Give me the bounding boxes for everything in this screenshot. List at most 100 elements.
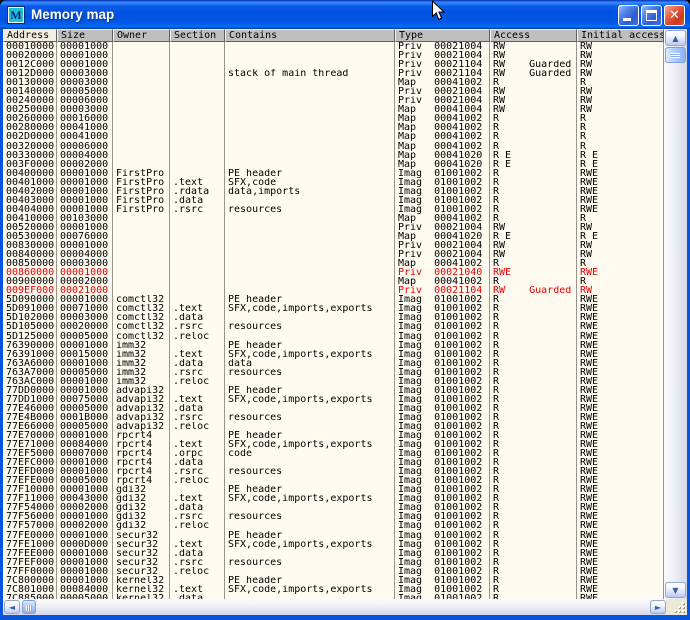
table-row[interactable]: 5D10500000020000comctl32.rsrcresourcesIm… bbox=[3, 322, 664, 331]
table-row[interactable]: 7C80000000001000kernel32PE headerImag 01… bbox=[3, 576, 664, 585]
table-row[interactable]: 77F5400000002000gdi32.dataImag 01001002R… bbox=[3, 503, 664, 512]
table-row[interactable]: 0040200000001000FirstPro.rdatadata,impor… bbox=[3, 187, 664, 196]
table-row[interactable]: 0001000000001000Priv 00021004RWRW bbox=[3, 42, 664, 51]
table-row[interactable]: 0033000000004000Map 00041020R ER E bbox=[3, 151, 664, 160]
table-row[interactable]: 5D09000000001000comctl32PE headerImag 01… bbox=[3, 295, 664, 304]
scroll-down-icon[interactable] bbox=[665, 582, 686, 598]
table-row[interactable]: 77FE000000001000secur32PE headerImag 010… bbox=[3, 531, 664, 540]
column-header-access[interactable]: Access bbox=[490, 29, 577, 42]
table-row[interactable]: 0024000000006000Priv 00021004RWRW bbox=[3, 96, 664, 105]
table-row[interactable]: 763AC00000001000imm32.relocImag 01001002… bbox=[3, 377, 664, 386]
table-row[interactable]: 0086000000001000Priv 00021040RWERWE bbox=[3, 268, 664, 277]
table-row[interactable]: 77DD100000075000advapi32.textSFX,code,im… bbox=[3, 395, 664, 404]
column-header-contains[interactable]: Contains bbox=[225, 29, 395, 42]
column-header-section[interactable]: Section bbox=[170, 29, 225, 42]
cell-initial_access: RWE bbox=[577, 332, 664, 341]
table-row[interactable]: 77E6600000005000advapi32.relocImag 01001… bbox=[3, 422, 664, 431]
table-row[interactable]: 77E7000000001000rpcrt4PE headerImag 0100… bbox=[3, 431, 664, 440]
column-header-initial_access[interactable]: Initial access bbox=[577, 29, 664, 42]
table-row[interactable]: 0028000000041000Map 00041002RR bbox=[3, 123, 664, 132]
table-row[interactable]: 763A700000005000imm32.rsrcresourcesImag … bbox=[3, 368, 664, 377]
cell-contains bbox=[225, 404, 395, 413]
table-row[interactable]: 0083000000001000Priv 00021004RWRW bbox=[3, 241, 664, 250]
column-header-size[interactable]: Size bbox=[57, 29, 113, 42]
table-row[interactable]: 77FEF00000001000secur32.rsrcresourcesIma… bbox=[3, 558, 664, 567]
table-row[interactable]: 7639000000001000imm32PE headerImag 01001… bbox=[3, 341, 664, 350]
table-row[interactable]: 0040000000001000FirstProPE headerImag 01… bbox=[3, 169, 664, 178]
table-row[interactable]: 77EF500000007000rpcrt4.orpccodeImag 0100… bbox=[3, 449, 664, 458]
table-row[interactable]: 77F1000000001000gdi32PE headerImag 01001… bbox=[3, 485, 664, 494]
table-row[interactable]: 003F000000002000Map 00041020R ER E bbox=[3, 160, 664, 169]
cell-initial_access: RWE bbox=[577, 467, 664, 476]
column-header-type[interactable]: Type bbox=[395, 29, 490, 42]
cell-address: 77FF0000 bbox=[3, 567, 57, 576]
table-row[interactable]: 763A600000001000imm32.datadataImag 01001… bbox=[3, 359, 664, 368]
minimize-button[interactable] bbox=[618, 5, 639, 26]
cell-size: 00084000 bbox=[57, 585, 113, 594]
table-row[interactable]: 0012D00000003000stack of main threadPriv… bbox=[3, 69, 664, 78]
table-row[interactable]: 0040300000001000FirstPro.dataImag 010010… bbox=[3, 196, 664, 205]
cell-contains bbox=[225, 60, 395, 69]
table-row[interactable]: 77E7100000084000rpcrt4.textSFX,code,impo… bbox=[3, 440, 664, 449]
table-row[interactable]: 7C80100000084000kernel32.textSFX,code,im… bbox=[3, 585, 664, 594]
table-row[interactable]: 0084000000004000Priv 00021004RWRW bbox=[3, 250, 664, 259]
table-row[interactable]: 0040400000001000FirstPro.rsrcresourcesIm… bbox=[3, 205, 664, 214]
table-row[interactable]: 0012C00000001000Priv 00021104RW GuardedR… bbox=[3, 60, 664, 69]
cell-section bbox=[170, 151, 225, 160]
cell-initial_access: RWE bbox=[577, 576, 664, 585]
table-row[interactable]: 5D12500000005000comctl32.relocImag 01001… bbox=[3, 332, 664, 341]
table-row[interactable]: 77E4600000005000advapi32.dataImag 010010… bbox=[3, 404, 664, 413]
table-row[interactable]: 0014000000005000Priv 00021004RWRW bbox=[3, 87, 664, 96]
cell-access: R bbox=[490, 512, 577, 521]
horizontal-scrollbar[interactable] bbox=[3, 599, 687, 615]
scroll-up-icon[interactable] bbox=[665, 30, 686, 46]
cell-initial_access: RWE bbox=[577, 503, 664, 512]
table-row[interactable]: 0002000000001000Priv 00021004RWRW bbox=[3, 51, 664, 60]
table-row[interactable]: 77E4B0000001B000advapi32.rsrcresourcesIm… bbox=[3, 413, 664, 422]
table-row[interactable]: 77DD000000001000advapi32PE headerImag 01… bbox=[3, 386, 664, 395]
maximize-button[interactable] bbox=[641, 5, 662, 26]
column-header-address[interactable]: Address bbox=[3, 29, 57, 42]
table-row[interactable]: 0041000000103000Map 00041002RR bbox=[3, 214, 664, 223]
cell-type: Priv 00021040 bbox=[395, 268, 490, 277]
cell-address: 00830000 bbox=[3, 241, 57, 250]
vertical-scrollbar[interactable] bbox=[664, 29, 687, 599]
table-row[interactable]: 77FEE00000001000secur32.dataImag 0100100… bbox=[3, 549, 664, 558]
table-row[interactable]: 0013000000003000Map 00041002RR bbox=[3, 78, 664, 87]
scroll-left-icon[interactable] bbox=[4, 600, 20, 614]
table-row[interactable]: 0032000000006000Map 00041002RR bbox=[3, 142, 664, 151]
table-row[interactable]: 5D09100000071000comctl32.textSFX,code,im… bbox=[3, 304, 664, 313]
column-header-owner[interactable]: Owner bbox=[113, 29, 170, 42]
table-row[interactable]: 77EFE00000005000rpcrt4.relocImag 0100100… bbox=[3, 476, 664, 485]
table-row[interactable]: 0025000000003000Map 00041004RWRW bbox=[3, 105, 664, 114]
window-menu-icon[interactable]: M bbox=[8, 7, 24, 23]
cell-initial_access: RW bbox=[577, 96, 664, 105]
cell-type: Imag 01001002 bbox=[395, 503, 490, 512]
table-row[interactable]: 002D000000041000Map 00041002RR bbox=[3, 132, 664, 141]
table-row[interactable]: 77FF000000001000secur32.relocImag 010010… bbox=[3, 567, 664, 576]
table-row[interactable]: 0085000000003000Map 00041002RR bbox=[3, 259, 664, 268]
table-row[interactable]: 77FE10000000D000secur32.textSFX,code,imp… bbox=[3, 540, 664, 549]
table-row[interactable]: 77EFC00000001000rpcrt4.dataImag 01001002… bbox=[3, 458, 664, 467]
cell-address: 77E71000 bbox=[3, 440, 57, 449]
title-bar[interactable]: M Memory map bbox=[0, 0, 690, 29]
table-row[interactable]: 0026000000016000Map 00041002RR bbox=[3, 114, 664, 123]
table-row[interactable]: 77F1100000043000gdi32.textSFX,code,impor… bbox=[3, 494, 664, 503]
close-button[interactable] bbox=[664, 5, 685, 26]
resize-grip[interactable] bbox=[666, 599, 687, 615]
table-row[interactable]: 009EF00000021000Priv 00021104RW GuardedR… bbox=[3, 286, 664, 295]
scroll-right-icon[interactable] bbox=[650, 600, 666, 614]
table-row[interactable]: 0053000000076000Map 00041020R ER E bbox=[3, 232, 664, 241]
table-row[interactable]: 0040100000001000FirstPro.textSFX,codeIma… bbox=[3, 178, 664, 187]
horizontal-scroll-thumb[interactable] bbox=[22, 600, 36, 614]
table-row[interactable]: 77F5700000002000gdi32.relocImag 01001002… bbox=[3, 521, 664, 530]
table-row[interactable]: 77EFD00000001000rpcrt4.rsrcresourcesImag… bbox=[3, 467, 664, 476]
table-row[interactable]: 5D10200000003000comctl32.dataImag 010010… bbox=[3, 313, 664, 322]
table-row[interactable]: 0090000000002000Map 00041002RR bbox=[3, 277, 664, 286]
cell-initial_access: R bbox=[577, 259, 664, 268]
vertical-scroll-thumb[interactable] bbox=[665, 47, 686, 63]
table-row[interactable]: 7639100000015000imm32.textSFX,code,impor… bbox=[3, 350, 664, 359]
cell-access: R bbox=[490, 196, 577, 205]
table-row[interactable]: 77F5600000001000gdi32.rsrcresourcesImag … bbox=[3, 512, 664, 521]
table-row[interactable]: 0052000000001000Priv 00021004RWRW bbox=[3, 223, 664, 232]
